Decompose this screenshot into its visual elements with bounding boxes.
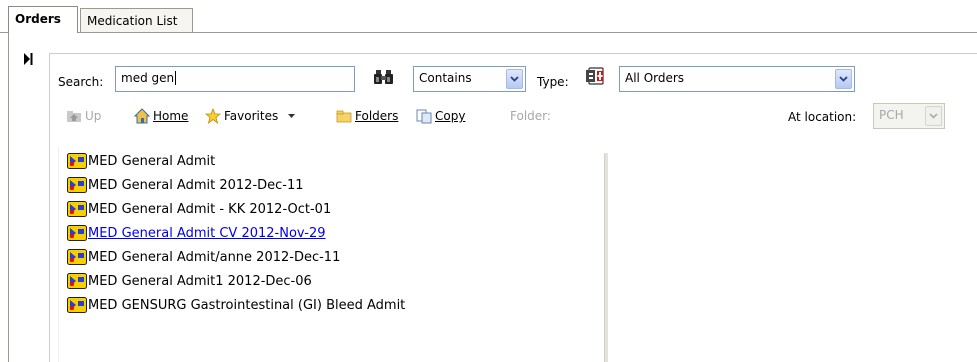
tab-medication-list[interactable]: Medication List (80, 8, 193, 32)
list-item-label: MED General Admit (88, 153, 216, 169)
order-type-select[interactable]: All Orders (619, 66, 855, 92)
location-dropdown-button[interactable] (925, 106, 942, 126)
favorites-button[interactable]: Favorites (205, 108, 296, 124)
order-type-icon (586, 67, 604, 85)
list-item[interactable]: MED General Admit CV 2012-Nov-29 (67, 224, 326, 242)
order-set-icon (67, 177, 87, 193)
at-location-label: At location: (788, 110, 857, 124)
match-mode-select[interactable]: Contains (413, 66, 526, 92)
list-item-label: MED General Admit1 2012-Dec-06 (88, 273, 312, 289)
copy-button[interactable]: Copy (416, 108, 465, 124)
folder-label: Folder: (510, 109, 551, 123)
up-button[interactable]: Up (66, 108, 101, 124)
search-label: Search: (58, 75, 104, 89)
folders-button[interactable]: Folders (336, 108, 398, 124)
list-item[interactable]: MED General Admit 2012-Dec-11 (67, 176, 304, 194)
folder-icon (336, 110, 352, 123)
list-item-label: MED GENSURG Gastrointestinal (GI) Bleed … (88, 297, 406, 313)
order-type-value: All Orders (625, 71, 685, 85)
copy-icon (416, 109, 432, 124)
chevron-down-icon (839, 76, 848, 82)
order-set-icon (67, 153, 87, 169)
match-mode-value: Contains (419, 71, 472, 85)
pane-splitter[interactable] (604, 153, 608, 362)
list-item-label: MED General Admit/anne 2012-Dec-11 (88, 249, 341, 265)
home-icon (134, 108, 150, 124)
list-item-label: MED General Admit - KK 2012-Oct-01 (88, 201, 332, 217)
search-results-list: MED General Admit MED General Admit 2012-… (58, 146, 608, 362)
list-item[interactable]: MED General Admit/anne 2012-Dec-11 (67, 248, 340, 266)
up-label: Up (85, 109, 102, 123)
list-item[interactable]: MED General Admit1 2012-Dec-06 (67, 272, 312, 290)
copy-label: Copy (435, 109, 466, 123)
chevron-down-icon (510, 76, 519, 82)
list-item[interactable]: MED General Admit (67, 152, 215, 170)
order-set-icon (67, 225, 87, 241)
order-set-icon (67, 297, 87, 313)
list-item-label: MED General Admit CV 2012-Nov-29 (88, 225, 326, 241)
folders-label: Folders (355, 109, 399, 123)
list-item[interactable]: MED GENSURG Gastrointestinal (GI) Bleed … (67, 296, 405, 314)
star-icon (205, 108, 221, 124)
order-set-icon (67, 201, 87, 217)
search-input[interactable]: med gen (115, 66, 355, 92)
folder-up-icon (67, 111, 81, 122)
search-input-value: med gen (121, 71, 175, 85)
order-set-icon (67, 273, 87, 289)
order-set-icon (67, 249, 87, 265)
binoculars-icon[interactable] (374, 68, 394, 86)
match-mode-dropdown-button[interactable] (506, 69, 523, 89)
chevron-down-icon (929, 113, 938, 119)
home-button[interactable]: Home (134, 108, 188, 124)
favorites-dropdown-icon[interactable] (288, 114, 296, 118)
type-label: Type: (537, 75, 569, 89)
tab-orders[interactable]: Orders (8, 6, 78, 33)
list-item[interactable]: MED General Admit - KK 2012-Oct-01 (67, 200, 331, 218)
location-select[interactable]: PCH (873, 103, 945, 129)
tab-medication-list-label: Medication List (87, 14, 178, 28)
order-type-dropdown-button[interactable] (835, 69, 852, 89)
expand-panel-icon[interactable] (23, 52, 33, 66)
favorites-label: Favorites (224, 109, 279, 123)
home-label: Home (153, 109, 189, 123)
tab-orders-label: Orders (15, 12, 61, 26)
list-item-label: MED General Admit 2012-Dec-11 (88, 177, 304, 193)
location-value: PCH (879, 108, 904, 122)
